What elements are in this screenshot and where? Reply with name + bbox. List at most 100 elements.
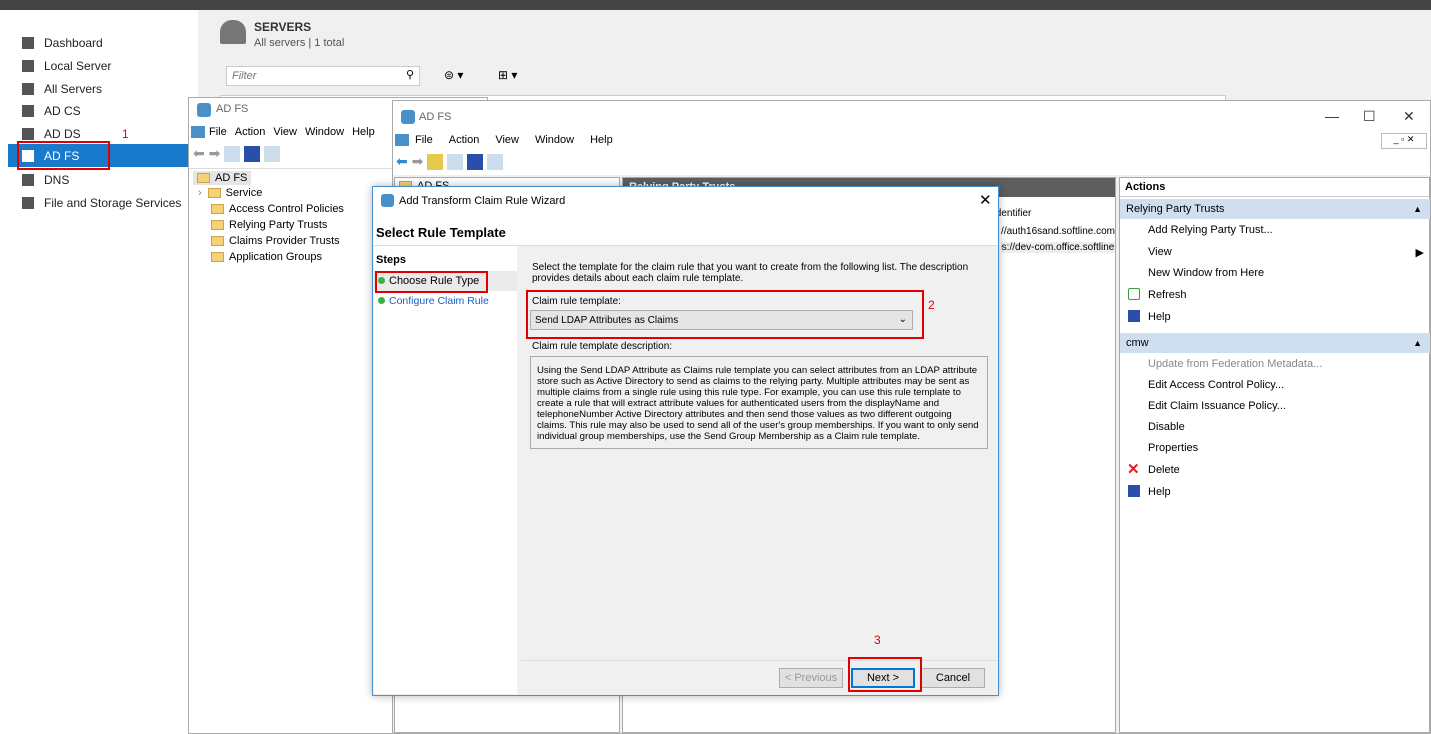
show-action-pane-icon[interactable] <box>264 146 281 163</box>
annotation-box-2 <box>526 290 924 339</box>
actions-group-header[interactable]: Relying Party Trusts ▲ <box>1120 199 1430 219</box>
actions-group-header[interactable]: cmw ▲ <box>1120 333 1430 353</box>
search-icon: ⚲ <box>405 69 414 81</box>
action-delete[interactable]: Delete <box>1148 464 1180 476</box>
adds-icon <box>22 127 34 140</box>
action-help[interactable]: Help <box>1148 311 1171 323</box>
show-tree-icon[interactable] <box>447 154 464 171</box>
save-query-button[interactable]: ⊞ ▾ <box>498 68 517 82</box>
tree-application-groups[interactable]: Application Groups <box>211 251 322 263</box>
server-manager-nav: Dashboard Local Server All Servers AD CS… <box>8 10 190 734</box>
folder-icon <box>211 252 224 263</box>
folder-icon <box>207 188 221 199</box>
actions-pane: Actions Relying Party Trusts ▲ Add Relyin… <box>1119 177 1430 733</box>
up-folder-icon[interactable] <box>427 154 444 171</box>
show-tree-icon[interactable] <box>224 146 241 163</box>
adfs-icon <box>395 134 409 147</box>
folder-icon <box>211 236 224 247</box>
action-edit-access-control-policy[interactable]: Edit Access Control Policy... <box>1148 379 1284 391</box>
annotation-box-step <box>375 271 488 293</box>
menu-action[interactable]: Action <box>449 134 480 146</box>
actions-title: Actions <box>1120 178 1429 197</box>
page-subtitle: All servers | 1 total <box>254 37 345 49</box>
mdi-controls[interactable]: _ ▫ ✕ <box>1381 133 1427 149</box>
dns-icon <box>22 173 34 186</box>
top-bar <box>0 0 1431 10</box>
back-icon[interactable]: ⬅ <box>396 153 408 169</box>
action-refresh[interactable]: Refresh <box>1148 289 1187 301</box>
dialog-close-button[interactable]: ✕ <box>979 191 992 209</box>
storage-icon <box>22 196 34 209</box>
tree-claims-provider-trusts[interactable]: Claims Provider Trusts <box>211 235 340 247</box>
previous-button[interactable]: < Previous <box>779 668 843 688</box>
show-action-pane-icon[interactable] <box>487 154 504 171</box>
filter-input[interactable]: Filter ⚲ <box>226 66 420 86</box>
annotation-box-3 <box>848 657 922 692</box>
menu-window[interactable]: Window <box>535 134 574 146</box>
nav-all-servers[interactable]: All Servers <box>8 77 190 100</box>
expand-icon[interactable]: › <box>198 187 202 199</box>
menu-help[interactable]: Help <box>352 126 375 138</box>
back-icon[interactable]: ⬅ <box>193 145 205 161</box>
annotation-box-1 <box>17 141 110 170</box>
help-icon <box>1128 485 1140 497</box>
action-properties[interactable]: Properties <box>1148 442 1198 454</box>
menu-view[interactable]: View <box>273 126 297 138</box>
action-update-metadata[interactable]: Update from Federation Metadata... <box>1148 358 1322 370</box>
menu-bar: File Action View Window Help <box>395 134 629 147</box>
intro-text: Select the template for the claim rule t… <box>532 262 969 284</box>
toolbar: ⬅ ➡ <box>193 145 284 163</box>
menu-help[interactable]: Help <box>590 134 613 146</box>
tree-service[interactable]: › Service <box>198 187 262 199</box>
menu-window[interactable]: Window <box>305 126 344 138</box>
column-header-identifier[interactable]: Identifier <box>993 208 1115 219</box>
action-help[interactable]: Help <box>1148 486 1171 498</box>
adfs-icon <box>401 110 415 124</box>
annotation-label-2: 2 <box>928 298 935 312</box>
action-disable[interactable]: Disable <box>1148 421 1185 433</box>
tree-adfs[interactable]: AD FS <box>193 171 252 185</box>
action-add-relying-party-trust[interactable]: Add Relying Party Trust... <box>1148 224 1273 236</box>
help-icon[interactable] <box>467 154 484 171</box>
table-row[interactable]: https://dev-com.office.softline.ru <box>1001 242 1115 253</box>
adcs-icon <box>22 104 34 117</box>
help-icon <box>1128 310 1140 322</box>
dialog-title: Add Transform Claim Rule Wizard <box>399 195 566 207</box>
menu-file[interactable]: File <box>209 126 227 138</box>
menu-file[interactable]: File <box>415 134 433 146</box>
claim-rule-wizard-dialog: Add Transform Claim Rule Wizard ✕ Select… <box>372 186 999 696</box>
maximize-button[interactable]: ☐ <box>1363 108 1376 125</box>
forward-icon[interactable]: ➡ <box>209 145 221 161</box>
step-dot-icon <box>378 297 385 304</box>
menu-action[interactable]: Action <box>235 126 266 138</box>
table-row[interactable]: https://auth16sand.softline.com <box>1001 226 1115 237</box>
folder-icon <box>197 173 210 184</box>
adfs-icon <box>197 103 211 117</box>
minimize-button[interactable]: — <box>1325 108 1339 124</box>
close-button[interactable]: ✕ <box>1403 108 1415 125</box>
nav-file-storage[interactable]: File and Storage Services <box>8 191 190 214</box>
action-edit-claim-issuance-policy[interactable]: Edit Claim Issuance Policy... <box>1148 400 1286 412</box>
help-icon[interactable] <box>244 146 261 163</box>
menu-view[interactable]: View <box>495 134 519 146</box>
list-options-button[interactable]: ⊜ ▾ <box>444 68 463 82</box>
nav-dashboard[interactable]: Dashboard <box>8 31 190 54</box>
nav-local-server[interactable]: Local Server <box>8 54 190 77</box>
forward-icon[interactable]: ➡ <box>412 153 424 169</box>
steps-panel: Steps Choose Rule Type Configure Claim R… <box>374 246 517 694</box>
step-configure-claim-rule[interactable]: Configure Claim Rule <box>378 295 489 307</box>
dashboard-icon <box>22 36 34 49</box>
nav-ad-cs[interactable]: AD CS <box>8 99 190 122</box>
action-view[interactable]: View ▶ <box>1148 246 1424 259</box>
dialog-heading: Select Rule Template <box>376 225 506 240</box>
annotation-label-1: 1 <box>122 127 129 141</box>
nav-dns[interactable]: DNS <box>8 168 190 191</box>
folder-icon <box>211 204 224 215</box>
tree-relying-party-trusts[interactable]: Relying Party Trusts <box>211 219 327 231</box>
server-icon <box>22 59 34 72</box>
cancel-button[interactable]: Cancel <box>921 668 985 688</box>
action-new-window[interactable]: New Window from Here <box>1148 267 1264 279</box>
tree-access-control-policies[interactable]: Access Control Policies <box>211 203 344 215</box>
adfs-icon <box>381 194 394 207</box>
refresh-icon <box>1128 288 1140 300</box>
